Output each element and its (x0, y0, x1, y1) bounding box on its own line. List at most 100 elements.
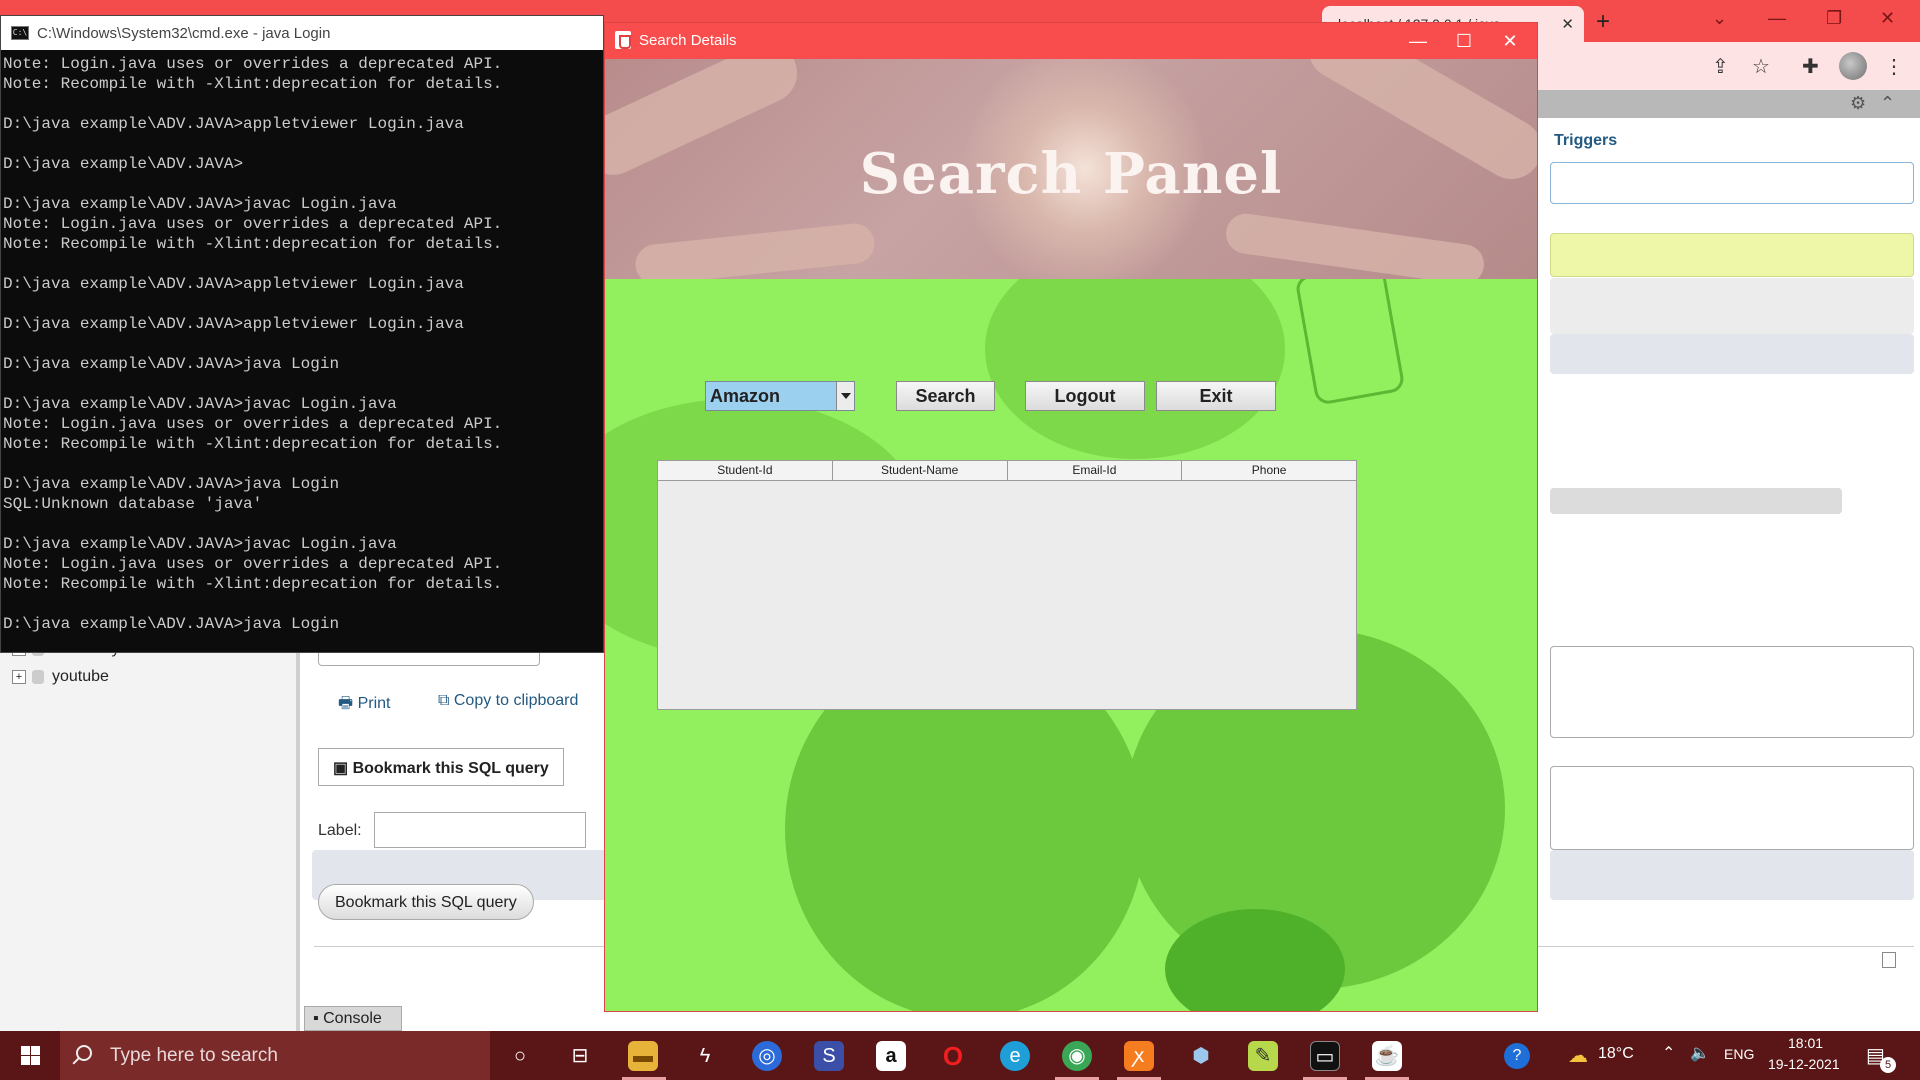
results-table[interactable]: Student-Id Student-Name Email-Id Phone (657, 460, 1357, 710)
windows-icon-part (31, 1056, 40, 1065)
cortana-icon[interactable]: ○ (505, 1041, 535, 1071)
cmd-line: D:\java example\ADV.JAVA>appletviewer Lo… (3, 315, 464, 333)
scrollbar[interactable] (1550, 488, 1842, 514)
amazon-icon[interactable]: a (876, 1041, 906, 1071)
xampp-icon[interactable]: ꭗ (1124, 1041, 1154, 1071)
minimize-icon[interactable]: — (1768, 8, 1786, 29)
chevron-down-icon[interactable] (836, 382, 854, 410)
label-text: Label: (318, 822, 362, 839)
pma-panel (1550, 278, 1914, 334)
cmd-line: Note: Login.java uses or overrides a dep… (3, 215, 503, 233)
restore-icon[interactable]: ❐ (1826, 8, 1842, 29)
file-explorer-icon[interactable]: ▬ (628, 1041, 658, 1071)
column-header[interactable]: Email-Id (1008, 461, 1183, 480)
background-shape (985, 279, 1285, 459)
terminal-icon[interactable]: ▭ (1310, 1041, 1340, 1071)
close-icon[interactable]: ✕ (1561, 15, 1574, 33)
search-button[interactable]: Search (896, 381, 995, 411)
exit-button[interactable]: Exit (1156, 381, 1276, 411)
app-icon[interactable]: ϟ (690, 1041, 720, 1071)
print-icon: 🖶 (338, 695, 358, 712)
expand-icon[interactable]: + (12, 669, 26, 684)
app-icon[interactable]: S (814, 1041, 844, 1071)
pma-panel (1550, 850, 1914, 900)
opera-icon[interactable]: O (938, 1041, 968, 1071)
more-menu-icon[interactable]: ⋮ (1884, 54, 1904, 79)
copy-to-clipboard-link[interactable]: ⧉ Copy to clipboard (438, 692, 578, 710)
window-title: Search Details (639, 32, 737, 49)
logout-button[interactable]: Logout (1025, 381, 1145, 411)
chevron-up-icon[interactable]: ⌃ (1662, 1043, 1675, 1063)
extensions-icon[interactable]: ✚ (1802, 54, 1819, 79)
window-title-bar[interactable]: Search Details — ☐ ✕ (605, 23, 1537, 59)
tree-item[interactable]: + youtube (12, 668, 109, 686)
help-icon[interactable]: ? (1504, 1043, 1530, 1069)
cmd-line (3, 454, 603, 474)
java-icon[interactable]: ☕ (1372, 1041, 1402, 1071)
search-placeholder: Type here to search (110, 1045, 278, 1066)
bookmark-icon: ▣ (333, 760, 353, 777)
print-link[interactable]: 🖶 Print (338, 692, 390, 719)
cmd-line: Note: Recompile with -Xlint:deprecation … (3, 575, 503, 593)
cmd-line: D:\java example\ADV.JAVA>java Login (3, 615, 340, 633)
column-header[interactable]: Student-Id (658, 461, 833, 480)
column-header[interactable]: Phone (1182, 461, 1356, 480)
pma-panel (1550, 766, 1914, 850)
bookmark-label-input[interactable] (374, 812, 586, 848)
chrome-icon[interactable]: ◉ (1062, 1041, 1092, 1071)
pma-panel (1550, 162, 1914, 204)
weather-icon[interactable]: ☁ (1568, 1043, 1588, 1068)
clock-date[interactable]: 19-12-2021 (1768, 1056, 1840, 1072)
task-view-icon[interactable]: ⊟ (565, 1041, 595, 1071)
taskbar-search[interactable]: Type here to search (60, 1031, 490, 1080)
company-select[interactable]: Amazon (705, 381, 855, 411)
new-tab-button[interactable]: + (1596, 8, 1610, 36)
star-icon[interactable]: ☆ (1752, 54, 1770, 79)
box-icon[interactable]: ⬢ (1186, 1041, 1216, 1071)
search-details-window[interactable]: Search Details — ☐ ✕ Search Panel Amazon… (604, 22, 1538, 1012)
cmd-line: D:\java example\ADV.JAVA>java Login (3, 475, 340, 493)
cmd-output[interactable]: Note: Login.java uses or overrides a dep… (3, 54, 603, 650)
column-header[interactable]: Student-Name (833, 461, 1008, 480)
speaker-icon[interactable]: 🔈 (1690, 1043, 1710, 1063)
hand-image (633, 221, 877, 279)
cmd-line: D:\java example\ADV.JAVA>javac Login.jav… (3, 395, 397, 413)
cmd-title-bar[interactable]: C:\ C:\Windows\System32\cmd.exe - java L… (1, 16, 603, 50)
chevron-down-icon[interactable]: ⌄ (1712, 8, 1727, 29)
cmd-line: SQL:Unknown database 'java' (3, 495, 263, 513)
cmd-title: C:\Windows\System32\cmd.exe - java Login (37, 25, 331, 42)
language-indicator[interactable]: ENG (1724, 1046, 1754, 1062)
share-icon[interactable]: ⇪ (1712, 54, 1729, 79)
banner-image: Search Panel (605, 59, 1537, 279)
collapse-icon[interactable]: ⌃ (1880, 93, 1895, 114)
start-button[interactable] (0, 1031, 60, 1080)
cmd-line (3, 254, 603, 274)
close-icon[interactable]: ✕ (1880, 8, 1895, 29)
chrome-icon[interactable]: ◎ (752, 1041, 782, 1071)
java-icon (615, 31, 631, 49)
gear-icon[interactable]: ⚙ (1850, 93, 1866, 114)
cmd-line (3, 514, 603, 534)
console-tab[interactable]: ▪ Console (304, 1006, 402, 1031)
minimize-icon[interactable]: — (1395, 27, 1441, 55)
close-icon[interactable]: ✕ (1487, 27, 1533, 55)
avatar[interactable] (1839, 52, 1867, 80)
cmd-line: D:\java example\ADV.JAVA> (3, 155, 244, 173)
cmd-line (3, 294, 603, 314)
cmd-line (3, 334, 603, 354)
cmd-window[interactable]: C:\ C:\Windows\System32\cmd.exe - java L… (0, 15, 604, 653)
notepad-icon[interactable]: ✎ (1248, 1041, 1278, 1071)
bookmark-query-button[interactable]: Bookmark this SQL query (318, 884, 534, 920)
edge-icon[interactable]: e (1000, 1041, 1030, 1071)
tab-triggers[interactable]: Triggers (1554, 132, 1617, 150)
temperature[interactable]: 18°C (1598, 1045, 1634, 1063)
database-icon (32, 669, 44, 684)
maximize-icon[interactable]: ☐ (1441, 27, 1487, 55)
cmd-line: Note: Recompile with -Xlint:deprecation … (3, 75, 503, 93)
cmd-line: D:\java example\ADV.JAVA>appletviewer Lo… (3, 275, 464, 293)
cmd-line: Note: Recompile with -Xlint:deprecation … (3, 235, 503, 253)
taskbar: Type here to search ○ ⊟ ▬ ϟ ◎ S a O e ◉ … (0, 1031, 1920, 1080)
clock-time[interactable]: 18:01 (1788, 1035, 1823, 1051)
document-icon[interactable] (1882, 952, 1896, 968)
cmd-line (3, 174, 603, 194)
